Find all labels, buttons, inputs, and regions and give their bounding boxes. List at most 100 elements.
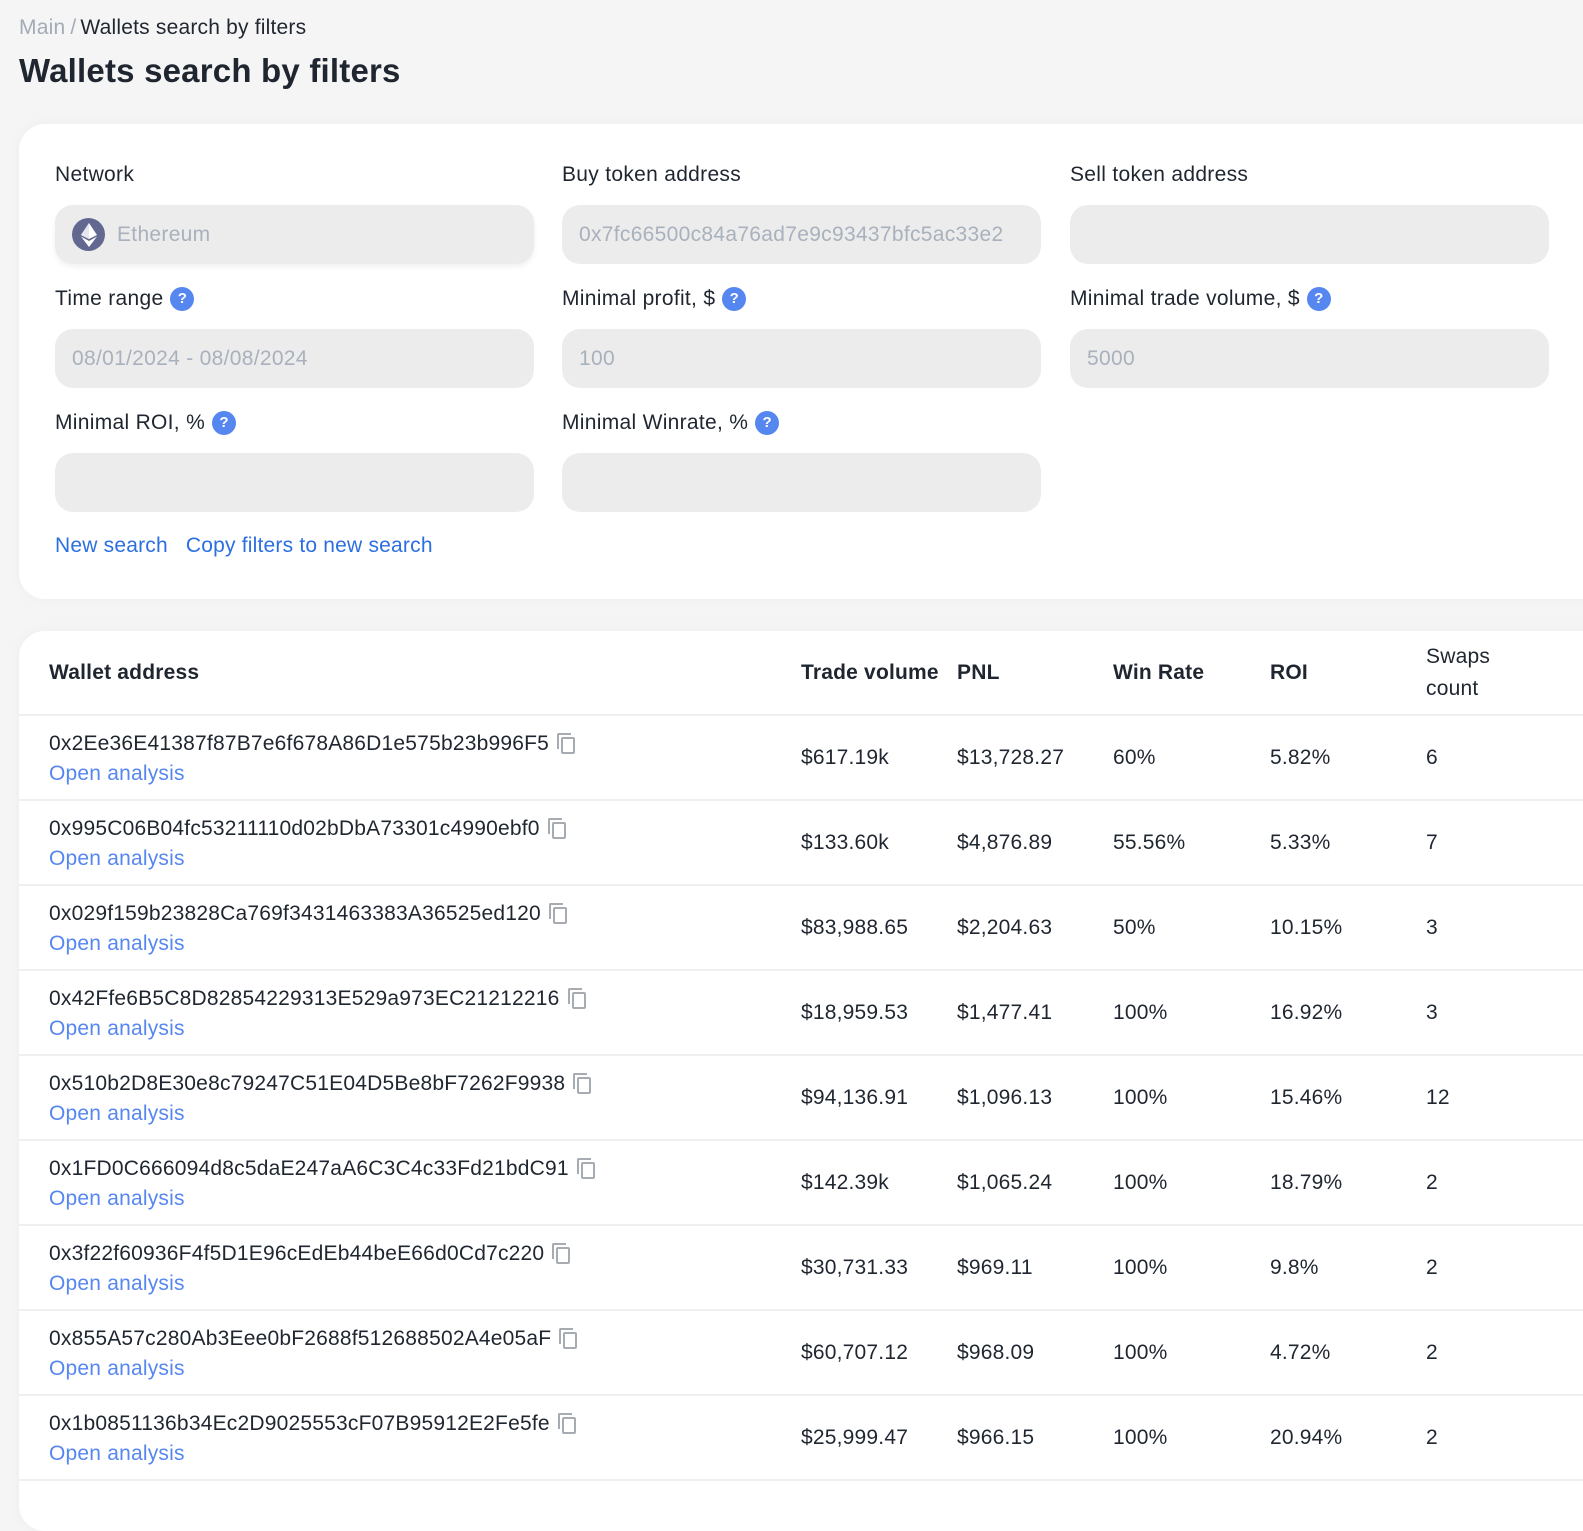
min-winrate-label: Minimal Winrate, %? <box>562 410 1041 436</box>
buy-token-label: Buy token address <box>562 162 1041 188</box>
swaps-count-cell: 6 <box>1426 715 1583 801</box>
copy-icon[interactable] <box>547 818 568 840</box>
sell-token-label-text: Sell token address <box>1070 163 1249 186</box>
network-field: Network Ethereum <box>55 162 534 264</box>
wallet-address: 0x029f159b23828Ca769f3431463383A36525ed1… <box>49 902 541 925</box>
network-select[interactable]: Ethereum <box>55 205 534 264</box>
wallet-address-line: 0x855A57c280Ab3Eee0bF2688f512688502A4e05… <box>49 1324 801 1354</box>
buy-token-field: Buy token address 0x7fc66500c84a76ad7e9c… <box>562 162 1041 264</box>
wallet-address: 0x2Ee36E41387f87B7e6f678A86D1e575b23b996… <box>49 732 550 755</box>
copy-icon[interactable] <box>552 1243 572 1265</box>
min-roi-input[interactable] <box>55 453 534 512</box>
buy-token-input[interactable]: 0x7fc66500c84a76ad7e9c93437bfc5ac33e2 <box>562 205 1041 264</box>
min-winrate-label-text: Minimal Winrate, % <box>562 411 749 434</box>
min-profit-input[interactable]: 100 <box>562 329 1041 388</box>
copy-icon[interactable] <box>548 903 569 925</box>
breadcrumb-separator: / <box>70 16 77 39</box>
help-icon[interactable]: ? <box>755 411 780 435</box>
open-analysis-link[interactable]: Open analysis <box>49 1357 185 1381</box>
header-pnl[interactable]: PNL <box>957 631 1113 716</box>
sell-token-field: Sell token address <box>1070 162 1549 264</box>
header-wallet-address[interactable]: Wallet address <box>19 631 801 716</box>
wallet-address-line: 0x2Ee36E41387f87B7e6f678A86D1e575b23b996… <box>49 729 801 759</box>
header-trade-volume[interactable]: Trade volume <box>801 631 957 716</box>
min-roi-label: Minimal ROI, %? <box>55 410 534 436</box>
win-rate-cell: 100% <box>1113 1055 1270 1141</box>
win-rate-cell: 50% <box>1113 885 1270 971</box>
table-row: 0x995C06B04fc53211110d02bDbA73301c4990eb… <box>19 800 1583 886</box>
filter-actions: New search Copy filters to new search <box>55 534 433 558</box>
pnl-cell: $4,876.89 <box>957 800 1113 886</box>
help-icon[interactable]: ? <box>1306 287 1331 311</box>
win-rate-cell: 100% <box>1113 1395 1270 1481</box>
network-label-text: Network <box>55 163 135 186</box>
open-analysis-link[interactable]: Open analysis <box>49 847 185 871</box>
help-icon[interactable]: ? <box>212 411 237 435</box>
wallet-cell: 0x2Ee36E41387f87B7e6f678A86D1e575b23b996… <box>19 715 801 801</box>
header-win-rate[interactable]: Win Rate <box>1113 631 1270 716</box>
win-rate-cell: 55.56% <box>1113 800 1270 886</box>
wallets-table: Wallet address Trade volume PNL Win Rate… <box>19 631 1583 1481</box>
header-swaps-count[interactable]: Swaps count <box>1426 631 1583 716</box>
min-winrate-field: Minimal Winrate, %? <box>562 410 1041 512</box>
page-title: Wallets search by filters <box>19 52 401 89</box>
wallet-cell: 0x029f159b23828Ca769f3431463383A36525ed1… <box>19 885 801 971</box>
roi-cell: 5.82% <box>1270 715 1426 801</box>
roi-cell: 16.92% <box>1270 970 1426 1056</box>
open-analysis-link[interactable]: Open analysis <box>49 1017 185 1041</box>
trade-volume-cell: $94,136.91 <box>801 1055 957 1141</box>
open-analysis-link[interactable]: Open analysis <box>49 932 185 956</box>
header-swaps-line1: Swaps <box>1426 644 1491 668</box>
wallet-address-line: 0x510b2D8E30e8c79247C51E04D5Be8bF7262F99… <box>49 1069 801 1099</box>
roi-cell: 9.8% <box>1270 1225 1426 1311</box>
help-icon[interactable]: ? <box>722 287 747 311</box>
min-winrate-input[interactable] <box>562 453 1041 512</box>
time-range-label-text: Time range <box>55 287 164 310</box>
copy-icon[interactable] <box>567 988 588 1010</box>
breadcrumb-main-link[interactable]: Main <box>19 16 65 39</box>
min-volume-input[interactable]: 5000 <box>1070 329 1549 388</box>
table-row: 0x3f22f60936F4f5D1E96cEdEb44beE66d0Cd7c2… <box>19 1225 1583 1311</box>
roi-cell: 5.33% <box>1270 800 1426 886</box>
open-analysis-link[interactable]: Open analysis <box>49 762 185 786</box>
min-volume-field: Minimal trade volume, $? 5000 <box>1070 286 1549 388</box>
win-rate-cell: 100% <box>1113 1310 1270 1396</box>
swaps-count-cell: 2 <box>1426 1395 1583 1481</box>
wallet-cell: 0x855A57c280Ab3Eee0bF2688f512688502A4e05… <box>19 1310 801 1396</box>
copy-icon[interactable] <box>573 1073 593 1095</box>
min-profit-field: Minimal profit, $? 100 <box>562 286 1041 388</box>
breadcrumb: Main / Wallets search by filters <box>19 16 306 40</box>
copy-icon[interactable] <box>576 1158 597 1180</box>
wallet-address: 0x855A57c280Ab3Eee0bF2688f512688502A4e05… <box>49 1327 552 1350</box>
trade-volume-cell: $18,959.53 <box>801 970 957 1056</box>
new-search-button[interactable]: New search <box>55 534 168 558</box>
ethereum-icon <box>72 218 105 251</box>
roi-cell: 18.79% <box>1270 1140 1426 1226</box>
copy-filters-button[interactable]: Copy filters to new search <box>186 534 433 558</box>
copy-icon[interactable] <box>557 1413 578 1435</box>
swaps-count-cell: 7 <box>1426 800 1583 886</box>
roi-cell: 10.15% <box>1270 885 1426 971</box>
copy-icon[interactable] <box>559 1328 579 1350</box>
open-analysis-link[interactable]: Open analysis <box>49 1102 185 1126</box>
table-row: 0x029f159b23828Ca769f3431463383A36525ed1… <box>19 885 1583 971</box>
time-range-input[interactable]: 08/01/2024 - 08/08/2024 <box>55 329 534 388</box>
copy-icon[interactable] <box>557 733 577 755</box>
open-analysis-link[interactable]: Open analysis <box>49 1187 185 1211</box>
table-row: 0x510b2D8E30e8c79247C51E04D5Be8bF7262F99… <box>19 1055 1583 1141</box>
pnl-cell: $969.11 <box>957 1225 1113 1311</box>
sell-token-label: Sell token address <box>1070 162 1549 188</box>
help-icon[interactable]: ? <box>170 287 195 311</box>
header-roi[interactable]: ROI <box>1270 631 1426 716</box>
network-label: Network <box>55 162 534 188</box>
open-analysis-link[interactable]: Open analysis <box>49 1272 185 1296</box>
sell-token-input[interactable] <box>1070 205 1549 264</box>
filters-card: Network Ethereum Buy token address 0x7fc… <box>19 124 1583 599</box>
swaps-count-cell: 2 <box>1426 1310 1583 1396</box>
buy-token-label-text: Buy token address <box>562 163 742 186</box>
wallet-cell: 0x510b2D8E30e8c79247C51E04D5Be8bF7262F99… <box>19 1055 801 1141</box>
min-profit-label: Minimal profit, $? <box>562 286 1041 312</box>
open-analysis-link[interactable]: Open analysis <box>49 1442 185 1466</box>
wallet-address-line: 0x1b0851136b34Ec2D9025553cF07B95912E2Fe5… <box>49 1409 801 1439</box>
roi-cell: 20.94% <box>1270 1395 1426 1481</box>
